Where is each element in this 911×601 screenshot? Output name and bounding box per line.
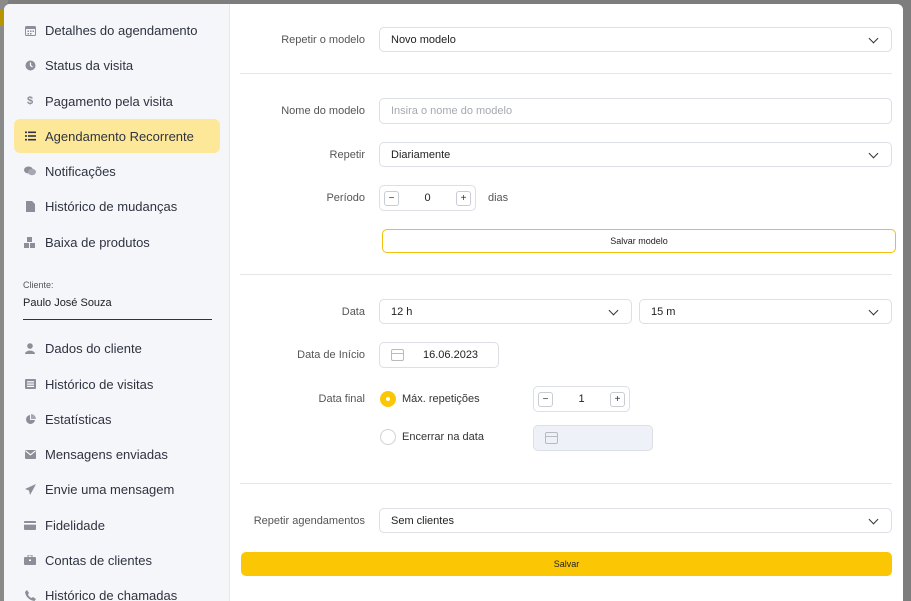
sidebar-item-label: Mensagens enviadas — [45, 446, 168, 462]
sidebar-item-visit-history[interactable]: Histórico de visitas — [14, 367, 220, 401]
sidebar-item-appointment-details[interactable]: Detalhes do agendamento — [14, 13, 220, 47]
sidebar-item-change-history[interactable]: Histórico de mudanças — [14, 189, 220, 223]
sidebar-item-visit-payment[interactable]: $ Pagamento pela visita — [14, 84, 220, 118]
model-name-label: Nome do modelo — [281, 105, 365, 117]
end-on-date-label: Encerrar na data — [402, 431, 484, 443]
start-date-input[interactable]: 16.06.2023 — [379, 342, 499, 368]
sidebar-item-label: Detalhes do agendamento — [45, 22, 198, 38]
period-stepper[interactable]: − 0 + — [379, 185, 476, 211]
period-decrement-button[interactable]: − — [384, 190, 399, 206]
save-button[interactable]: Salvar — [241, 552, 892, 576]
repeat-appointments-label: Repetir agendamentos — [253, 515, 365, 527]
calendar-icon — [545, 432, 558, 444]
sidebar-item-label: Agendamento Recorrente — [45, 128, 194, 144]
sidebar-item-client-accounts[interactable]: Contas de clientes — [14, 543, 220, 577]
repeat-model-select[interactable]: Novo modelo — [379, 27, 892, 52]
divider — [240, 274, 892, 275]
minute-select[interactable]: 15 m — [639, 299, 892, 324]
save-model-button[interactable]: Salvar modelo — [382, 229, 896, 253]
recurring-form: Repetir o modelo Novo modelo Nome do mod… — [230, 4, 903, 601]
client-label: Cliente: — [23, 280, 54, 290]
date-label: Data — [341, 306, 365, 318]
envelope-icon — [24, 448, 36, 460]
chevron-down-icon — [608, 305, 619, 316]
sidebar-item-label: Histórico de mudanças — [45, 198, 178, 214]
list-icon — [24, 130, 36, 142]
phone-icon — [24, 589, 36, 601]
sidebar-item-label: Status da visita — [45, 57, 134, 73]
sidebar-item-label: Contas de clientes — [45, 552, 152, 568]
max-repetitions-value[interactable]: 1 — [553, 393, 610, 405]
sidebar-item-label: Estatísticas — [45, 411, 112, 427]
boxes-icon — [24, 236, 36, 248]
sidebar-item-statistics[interactable]: Estatísticas — [14, 402, 220, 436]
sidebar-item-send-message[interactable]: Envie uma mensagem — [14, 472, 220, 506]
user-icon — [24, 342, 36, 354]
hour-value: 12 h — [391, 305, 413, 318]
sidebar-item-label: Histórico de chamadas — [45, 587, 178, 601]
max-repetitions-increment-button[interactable]: + — [610, 391, 625, 407]
sidebar-item-loyalty[interactable]: Fidelidade — [14, 508, 220, 542]
clock-icon — [24, 59, 36, 71]
divider — [240, 73, 892, 74]
period-increment-button[interactable]: + — [456, 190, 471, 206]
chevron-down-icon — [868, 514, 879, 525]
chevron-down-icon — [868, 148, 879, 159]
sidebar-item-label: Baixa de produtos — [45, 234, 150, 250]
max-repetitions-radio[interactable] — [380, 391, 396, 407]
repeat-appointments-value: Sem clientes — [391, 514, 454, 527]
sidebar-item-label: Fidelidade — [45, 517, 105, 533]
chevron-down-icon — [868, 33, 879, 44]
recurring-appointment-modal: Detalhes do agendamento Status da visita… — [4, 4, 903, 601]
repeat-frequency-value: Diariamente — [391, 148, 451, 161]
pie-chart-icon — [24, 413, 36, 425]
max-repetitions-decrement-button[interactable]: − — [538, 391, 553, 407]
sidebar-item-notifications[interactable]: Notificações — [14, 154, 220, 188]
briefcase-icon — [24, 554, 36, 566]
sidebar-item-recurring-appointment[interactable]: Agendamento Recorrente — [14, 119, 220, 153]
period-label: Período — [326, 192, 365, 204]
sidebar-item-label: Notificações — [45, 163, 116, 179]
divider — [240, 483, 892, 484]
start-date-value: 16.06.2023 — [423, 349, 479, 361]
start-date-label: Data de Início — [297, 349, 365, 361]
end-date-input[interactable] — [533, 425, 653, 451]
repeat-model-value: Novo modelo — [391, 33, 456, 46]
sidebar-item-visit-status[interactable]: Status da visita — [14, 48, 220, 82]
repeat-model-label: Repetir o modelo — [281, 34, 365, 46]
sidebar-item-call-history[interactable]: Histórico de chamadas — [14, 578, 220, 601]
list-box-icon — [24, 378, 36, 390]
sidebar-item-label: Dados do cliente — [45, 340, 142, 356]
chevron-down-icon — [868, 305, 879, 316]
credit-card-icon — [24, 519, 36, 531]
dollar-icon: $ — [26, 95, 34, 107]
client-name-field[interactable]: Paulo José Souza — [23, 294, 212, 320]
sidebar-item-product-writeoff[interactable]: Baixa de produtos — [14, 225, 220, 259]
paper-plane-icon — [24, 483, 36, 495]
end-date-label: Data final — [318, 393, 365, 405]
sidebar-item-label: Pagamento pela visita — [45, 93, 173, 109]
repeat-frequency-select[interactable]: Diariamente — [379, 142, 892, 167]
minute-value: 15 m — [651, 305, 676, 318]
end-on-date-radio[interactable] — [380, 429, 396, 445]
sidebar-item-client-data[interactable]: Dados do cliente — [14, 331, 220, 365]
calendar-icon — [24, 24, 36, 36]
hour-select[interactable]: 12 h — [379, 299, 632, 324]
document-icon — [24, 200, 36, 212]
chat-icon — [24, 165, 36, 177]
period-value[interactable]: 0 — [399, 192, 456, 204]
sidebar: Detalhes do agendamento Status da visita… — [4, 4, 230, 601]
max-repetitions-label: Máx. repetições — [402, 393, 480, 405]
calendar-icon — [391, 349, 404, 361]
sidebar-item-label: Histórico de visitas — [45, 376, 154, 392]
repeat-label: Repetir — [329, 149, 365, 161]
repeat-appointments-select[interactable]: Sem clientes — [379, 508, 892, 533]
period-unit: dias — [488, 192, 509, 204]
max-repetitions-stepper[interactable]: − 1 + — [533, 386, 630, 412]
sidebar-item-label: Envie uma mensagem — [45, 481, 175, 497]
sidebar-item-sent-messages[interactable]: Mensagens enviadas — [14, 437, 220, 471]
model-name-input[interactable] — [379, 98, 892, 124]
